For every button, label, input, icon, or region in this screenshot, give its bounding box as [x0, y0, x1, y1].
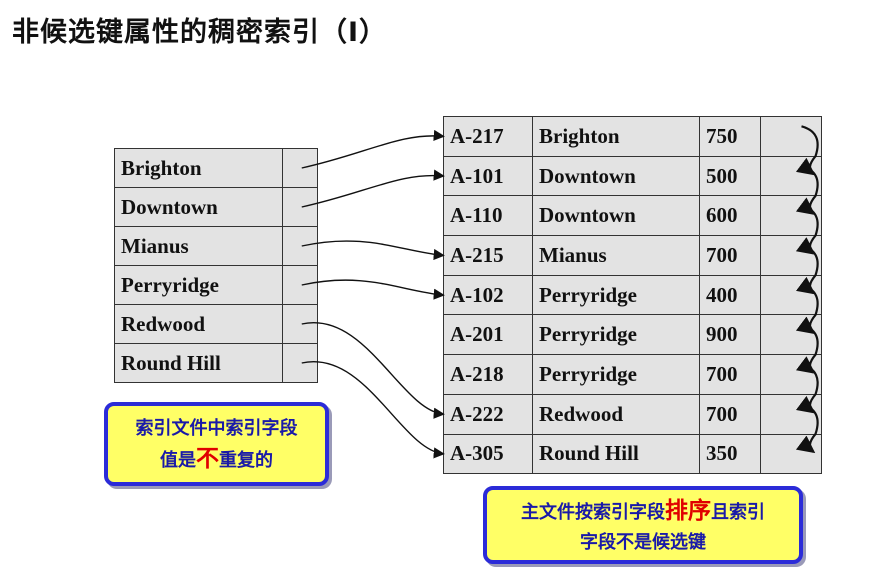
index-pointer-arrow	[301, 321, 445, 419]
index-pointer-arrow	[301, 240, 445, 261]
index-pointer-arrow	[301, 129, 445, 169]
index-pointer-arrow	[301, 279, 445, 300]
note-main-file-sorted: 主文件按索引字段排序且索引 字段不是候选键	[483, 486, 803, 564]
record-chain-arrow	[795, 403, 819, 454]
note-right-line1: 主文件按索引字段排序且索引	[487, 496, 799, 528]
note-left-text-b: 重复的	[219, 450, 273, 471]
note-right-emphasis: 排序	[665, 498, 711, 524]
note-left-line1: 索引文件中索引字段	[135, 418, 298, 439]
note-left-emphasis: 不	[196, 446, 219, 472]
note-right-text-b: 且索引	[711, 502, 765, 523]
index-pointer-arrow	[301, 169, 445, 208]
note-left-line2: 值是不重复的	[108, 444, 325, 476]
note-index-values-unique: 索引文件中索引字段 值是不重复的	[104, 402, 329, 486]
note-right-line2: 字段不是候选键	[580, 532, 706, 553]
note-right-text-a: 主文件按索引字段	[521, 502, 665, 523]
note-left-text-a: 值是	[160, 450, 196, 471]
